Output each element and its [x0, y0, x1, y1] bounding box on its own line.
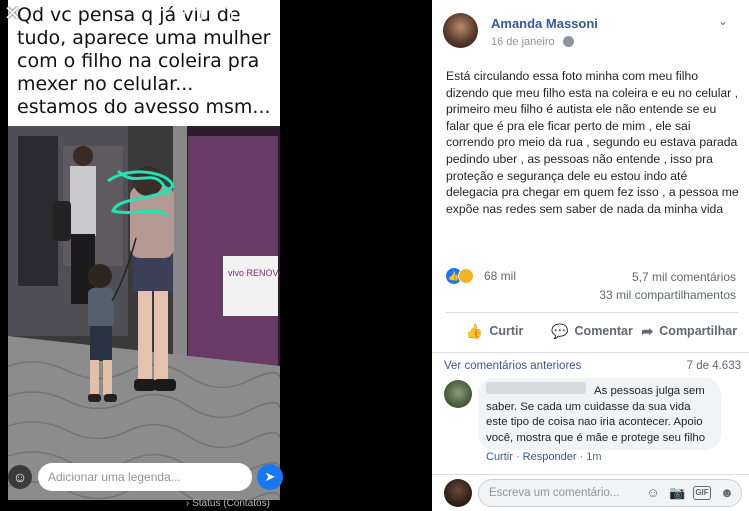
street-scene-image: vivo RENOVA [8, 126, 280, 500]
current-user-avatar [444, 479, 472, 507]
reaction-count[interactable]: 68 mil [484, 269, 516, 283]
comment-bubble: As pessoas julga sem saber. Se cada um c… [478, 378, 721, 450]
divider [432, 474, 749, 475]
post-date[interactable]: 16 de janeiro [491, 36, 555, 48]
emoji-icon[interactable]: ☺ [645, 485, 661, 501]
caption-row: ☺ ➤ [8, 463, 283, 491]
comment-counter: 7 de 4.633 [686, 360, 741, 372]
share-arrow-icon: ➦ [641, 322, 654, 339]
comment-actions: Curtir · Responder · 1m [486, 451, 602, 463]
photo-viewer: Qd vc pensa q já viu de tudo, aparece um… [0, 0, 432, 511]
comment-input[interactable] [479, 480, 629, 506]
close-icon[interactable]: ✕ [4, 4, 21, 24]
comment-button[interactable]: 💬 Comentar [543, 316, 640, 346]
like-label: Curtir [489, 324, 524, 338]
comment-time: 1m [586, 451, 602, 463]
chevron-down-icon[interactable]: ⌄ [718, 14, 728, 28]
emoji-sticker-icon[interactable] [213, 6, 233, 26]
divider [446, 312, 738, 313]
comment-like-link[interactable]: Curtir [486, 451, 513, 463]
post-panel: Amanda Massoni 16 de janeiro ⌄ Está circ… [432, 0, 749, 511]
viewer-toolbar [183, 6, 263, 26]
post-actions: 👍 Curtir 💬 Comentar ➦ Compartilhar [446, 316, 738, 346]
speech-bubble-icon: 💬 [551, 322, 569, 339]
gif-icon[interactable]: GIF [693, 486, 711, 500]
text-tool-icon[interactable] [243, 6, 263, 26]
comment-text: As pessoas julga sem saber. Se cada um c… [486, 385, 706, 444]
send-button[interactable]: ➤ [257, 464, 283, 490]
sad-reaction-icon [458, 268, 474, 284]
status-label: Status (Contatos) [192, 498, 270, 509]
view-previous-comments[interactable]: Ver comentários anteriores [444, 360, 581, 372]
shares-count[interactable]: 33 mil compartilhamentos [599, 288, 736, 302]
share-button[interactable]: ➦ Compartilhar [641, 316, 738, 346]
crop-icon[interactable] [183, 6, 203, 26]
thumbs-up-icon: 👍 [465, 322, 484, 339]
author-avatar[interactable] [443, 13, 478, 48]
sticker-icon[interactable]: ☻ [719, 485, 735, 501]
author-name[interactable]: Amanda Massoni [491, 16, 598, 31]
share-label: Compartilhar [659, 324, 738, 338]
comment-composer: ☺ 📷 GIF ☻ [478, 479, 742, 507]
comment-label: Comentar [574, 324, 633, 338]
store-sign: vivo RENOVA [228, 268, 280, 278]
camera-icon[interactable]: 📷 [669, 485, 685, 501]
post-text: Está circulando essa foto minha com meu … [446, 69, 739, 216]
comment-reply-link[interactable]: Responder [523, 451, 577, 463]
status-recipients: › Status (Contatos) [186, 498, 270, 509]
photo: Qd vc pensa q já viu de tudo, aparece um… [8, 0, 280, 500]
street-scene: vivo RENOVA [8, 126, 280, 500]
caption-input[interactable] [38, 463, 252, 491]
commenter-avatar[interactable] [444, 380, 472, 408]
globe-icon [563, 36, 574, 47]
like-button[interactable]: 👍 Curtir [446, 316, 543, 346]
emoji-button[interactable]: ☺ [8, 465, 32, 489]
comments-count[interactable]: 5,7 mil comentários [632, 270, 736, 284]
divider [432, 352, 749, 353]
